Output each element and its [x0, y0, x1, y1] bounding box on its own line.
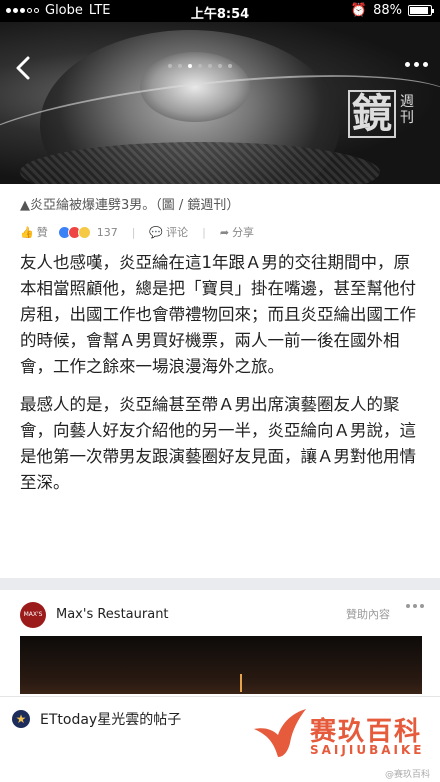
page-dot: [218, 64, 222, 68]
comment-button[interactable]: 💬 评论: [149, 224, 188, 240]
share-icon: ➦: [219, 225, 230, 239]
sponsor-name[interactable]: Max's Restaurant: [56, 607, 169, 622]
page-dot: [198, 64, 202, 68]
hero-image: 鏡 週刊: [0, 22, 440, 184]
watermark-logo: 鏡 週刊: [342, 86, 428, 156]
brand-watermark: 赛玖百科 SAIJIUBAIKE: [248, 703, 428, 763]
back-button[interactable]: [10, 54, 38, 82]
article-paragraph: 最感人的是，炎亞綸甚至帶Ａ男出席演藝圈友人的聚會，向藝人好友介紹他的另一半，炎亞…: [20, 395, 416, 492]
image-caption: ▲炎亞綸被爆連劈3男。（圖 / 鏡週刊）: [20, 198, 240, 213]
whale-tail-icon: [254, 709, 306, 757]
article-paragraph: 友人也感嘆，炎亞綸在這1年跟Ａ男的交往期間中，原本相當照顧他，總是把「寶貝」掛在…: [20, 253, 416, 376]
page-post-link[interactable]: ★ ETtoday星光雲的帖子: [12, 709, 181, 729]
chevron-left-icon: [16, 56, 30, 80]
alarm-icon: ⏰: [350, 3, 368, 18]
comment-label: 评论: [166, 226, 189, 239]
like-button[interactable]: 👍 贊: [20, 224, 48, 240]
page-dot: [168, 64, 172, 68]
battery-percent: 88%: [373, 3, 402, 18]
page-dot: [228, 64, 232, 68]
comment-icon: 💬: [149, 225, 164, 239]
reaction-emojis-icon: [57, 225, 91, 239]
bottom-bar: ★ ETtoday星光雲的帖子 赛玖百科 SAIJIUBAIKE @赛玖百科: [0, 696, 440, 782]
sponsor-more-button[interactable]: [406, 604, 424, 608]
reaction-bar: 👍 贊 137 | 💬 评论 | ➦ 分享: [20, 224, 255, 240]
battery-icon: [408, 5, 434, 16]
section-divider: [0, 578, 440, 590]
status-bar: Globe LTE 上午8:54 ⏰ 88%: [0, 0, 440, 22]
share-button[interactable]: ➦ 分享: [220, 224, 254, 240]
sponsor-logo: MAX'S: [20, 602, 46, 628]
share-label: 分享: [232, 226, 255, 239]
page-dot: [178, 64, 182, 68]
sponsored-post-header[interactable]: MAX'S Max's Restaurant 贊助內容: [0, 590, 440, 636]
page-dot: [208, 64, 212, 68]
sponsored-tag: 贊助內容: [346, 608, 390, 621]
page-dot: [188, 64, 192, 68]
like-label: 贊: [36, 226, 48, 239]
article-body: 友人也感嘆，炎亞綸在這1年跟Ａ男的交往期間中，原本相當照顧他，總是把「寶貝」掛在…: [20, 250, 424, 508]
post-label: ETtoday星光雲的帖子: [40, 712, 182, 728]
thumbs-up-icon: 👍: [20, 225, 34, 239]
reactions[interactable]: 137: [57, 225, 118, 239]
credit-label: @赛玖百科: [384, 770, 430, 780]
reaction-count: 137: [96, 225, 118, 239]
status-right: ⏰ 88%: [350, 3, 434, 18]
star-icon: ★: [12, 710, 30, 728]
more-button[interactable]: [405, 62, 428, 67]
sponsor-image[interactable]: [20, 636, 422, 694]
page-indicator: [168, 64, 232, 68]
